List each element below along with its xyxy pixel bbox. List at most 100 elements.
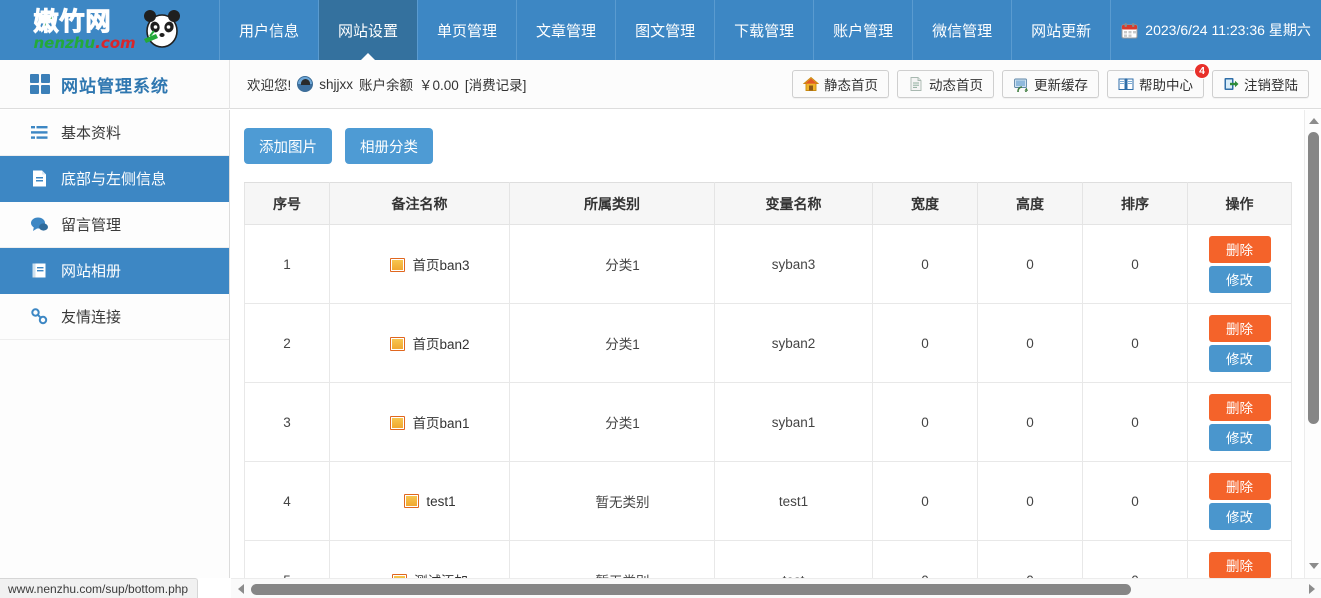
logout-icon: [1223, 76, 1239, 92]
album-icon: [30, 261, 49, 280]
cell-actions: 删除 修改: [1187, 224, 1292, 304]
edit-button[interactable]: 修改: [1208, 423, 1271, 451]
cell-variable: syban2: [714, 303, 873, 383]
th-width: 宽度: [872, 182, 978, 225]
horizontal-scrollbar[interactable]: [231, 578, 1321, 598]
top-navigation-bar: 嫩竹网 nenzhu.com 用户信息 网站设置 单页管理 文章管理 图文管理 …: [0, 0, 1321, 60]
cell-actions: 删除 修改: [1187, 461, 1292, 541]
logout-button[interactable]: 注销登陆: [1212, 70, 1309, 98]
edit-button[interactable]: 修改: [1208, 344, 1271, 372]
static-homepage-button[interactable]: 静态首页: [792, 70, 889, 98]
nav-tab-3[interactable]: 文章管理: [517, 0, 617, 60]
scroll-right-arrow[interactable]: [1303, 579, 1320, 598]
cell-height: 0: [977, 303, 1083, 383]
cell-height: 0: [977, 382, 1083, 462]
table-row: 3 首页ban1 分类1 syban1 0 0 0 删除 修改: [244, 382, 1292, 462]
nav-tab-2[interactable]: 单页管理: [418, 0, 518, 60]
dynamic-homepage-button[interactable]: 动态首页: [897, 70, 994, 98]
th-name: 备注名称: [329, 182, 510, 225]
table-header-row: 序号 备注名称 所属类别 变量名称 宽度 高度 排序 操作: [244, 182, 1292, 225]
nav-tab-0[interactable]: 用户信息: [220, 0, 320, 60]
nav-tab-1[interactable]: 网站设置: [319, 0, 419, 60]
sidebar-label-2: 留言管理: [61, 217, 122, 234]
cell-name[interactable]: 测试添加: [329, 540, 510, 578]
cell-sort: 0: [1082, 224, 1188, 304]
cell-variable: test: [714, 540, 873, 578]
list-icon: [30, 123, 49, 142]
vertical-scrollbar[interactable]: [1304, 110, 1321, 578]
toolbar-buttons: 静态首页 动态首页 更新缓存 帮助中心 4 注销登陆: [792, 63, 1309, 98]
cell-sort: 0: [1082, 540, 1188, 578]
sidebar-label-4: 友情连接: [61, 309, 122, 326]
cell-height: 0: [977, 461, 1083, 541]
logo-chinese-text: 嫩竹网: [33, 7, 112, 36]
welcome-prefix: 欢迎您!: [247, 78, 292, 93]
image-icon: [390, 337, 406, 351]
sidebar-item-message-mgmt[interactable]: 留言管理: [0, 202, 229, 248]
status-url: www.nenzhu.com/sup/bottom.php: [8, 581, 189, 596]
logout-label: 注销登陆: [1244, 78, 1298, 93]
refresh-cache-icon: [1013, 76, 1029, 96]
cell-name[interactable]: 首页ban3: [329, 224, 510, 304]
delete-button[interactable]: 删除: [1208, 472, 1271, 500]
cell-name[interactable]: 首页ban2: [329, 303, 510, 383]
cell-width: 0: [872, 461, 978, 541]
edit-button[interactable]: 修改: [1208, 265, 1271, 293]
table-row: 4 test1 暂无类别 test1 0 0 0 删除 修改: [244, 461, 1292, 541]
nav-tab-8[interactable]: 网站更新: [1012, 0, 1112, 60]
cell-index: 4: [244, 461, 330, 541]
th-index: 序号: [244, 182, 330, 225]
delete-button[interactable]: 删除: [1208, 235, 1271, 263]
cell-variable: syban3: [714, 224, 873, 304]
update-cache-label: 更新缓存: [1034, 78, 1088, 93]
cell-index: 2: [244, 303, 330, 383]
cell-width: 0: [872, 303, 978, 383]
cell-height: 0: [977, 224, 1083, 304]
file-icon: [30, 169, 49, 188]
vertical-scroll-thumb[interactable]: [1308, 132, 1319, 424]
table-row: 5 测试添加 暂无类别 test 0 0 0 删除 修改: [244, 540, 1292, 578]
site-logo[interactable]: 嫩竹网 nenzhu.com: [0, 0, 220, 60]
sidebar-item-footer-left-info[interactable]: 底部与左侧信息: [0, 156, 229, 202]
album-category-button[interactable]: 相册分类: [345, 128, 433, 164]
nav-tab-5[interactable]: 下载管理: [715, 0, 815, 60]
sidebar-item-friendly-links[interactable]: 友情连接: [0, 294, 229, 340]
cell-name-text: 首页ban3: [412, 258, 470, 273]
nav-tab-4[interactable]: 图文管理: [616, 0, 716, 60]
cell-variable: test1: [714, 461, 873, 541]
system-title-text: 网站管理系统: [61, 76, 169, 96]
delete-button[interactable]: 删除: [1208, 314, 1271, 342]
edit-button[interactable]: 修改: [1208, 502, 1271, 530]
sub-toolbar: 网站管理系统 欢迎您! shjjxx 账户余额 ￥0.00 [消费记录] 静态首…: [0, 59, 1321, 109]
horizontal-scroll-thumb[interactable]: [251, 584, 1131, 595]
datetime-text: 2023/6/24 11:23:36 星期六: [1145, 22, 1311, 38]
scroll-up-arrow[interactable]: [1305, 112, 1321, 129]
add-image-button[interactable]: 添加图片: [244, 128, 332, 164]
cell-name-text: test1: [426, 493, 456, 509]
delete-button[interactable]: 删除: [1208, 393, 1271, 421]
cell-name[interactable]: 首页ban1: [329, 382, 510, 462]
book-icon: [1118, 76, 1134, 92]
scroll-down-arrow[interactable]: [1305, 557, 1321, 574]
nav-tab-7[interactable]: 微信管理: [913, 0, 1013, 60]
main-content: 添加图片 相册分类 序号 备注名称 所属类别 变量名称 宽度 高度 排序 操作: [231, 110, 1304, 578]
sidebar-item-basic-info[interactable]: 基本资料: [0, 110, 229, 156]
scroll-left-arrow[interactable]: [232, 579, 249, 598]
system-title: 网站管理系统: [0, 59, 230, 109]
th-action: 操作: [1187, 182, 1292, 225]
update-cache-button[interactable]: 更新缓存: [1002, 70, 1099, 98]
cell-sort: 0: [1082, 303, 1188, 383]
delete-button[interactable]: 删除: [1208, 551, 1271, 578]
nav-tab-6[interactable]: 账户管理: [814, 0, 914, 60]
cell-width: 0: [872, 540, 978, 578]
sidebar: 基本资料 底部与左侧信息 留言管理 网站相册 友情连接: [0, 110, 230, 578]
sidebar-label-3: 网站相册: [61, 263, 122, 280]
cell-name[interactable]: test1: [329, 461, 510, 541]
image-icon: [390, 258, 406, 272]
cell-sort: 0: [1082, 382, 1188, 462]
comment-icon: [30, 215, 49, 234]
help-center-button[interactable]: 帮助中心 4: [1107, 63, 1210, 98]
sidebar-item-website-album[interactable]: 网站相册: [0, 248, 229, 294]
static-homepage-label: 静态首页: [824, 78, 878, 93]
consumption-record-link[interactable]: [消费记录]: [465, 74, 527, 94]
